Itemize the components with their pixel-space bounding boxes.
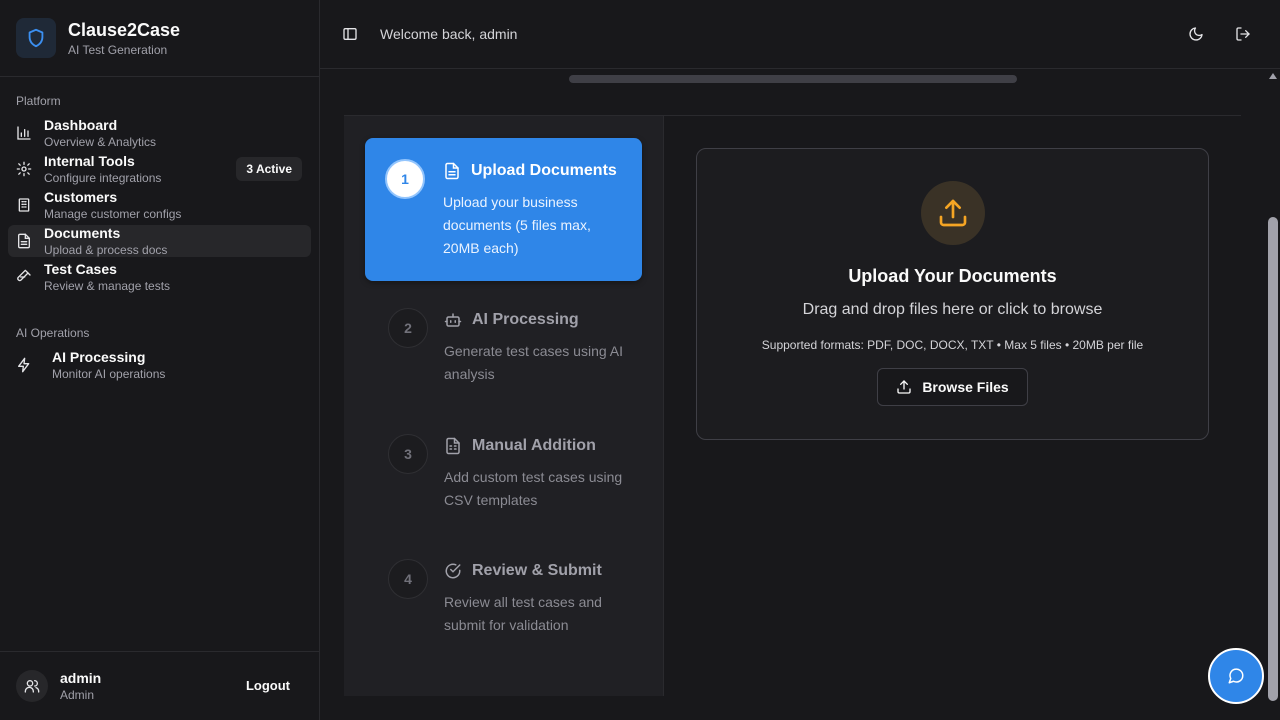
message-circle-icon <box>1228 668 1244 684</box>
chart-icon <box>17 126 31 140</box>
sidebar-item-subtitle: Review & manage tests <box>44 279 171 293</box>
avatar[interactable] <box>16 670 48 702</box>
browse-files-button[interactable]: Browse Files <box>877 368 1028 406</box>
sidebar-item-dashboard[interactable]: Dashboard Overview & Analytics <box>8 117 311 149</box>
top-header: Welcome back, admin <box>320 0 1280 69</box>
robot-icon <box>444 313 462 327</box>
brand: Clause2Case AI Test Generation <box>0 0 319 77</box>
chat-button[interactable] <box>1208 648 1264 704</box>
status-badge: 3 Active <box>236 157 302 181</box>
step-ai-processing[interactable]: 2 AI Processing Generate test cases usin… <box>365 306 642 396</box>
sidebar-item-title: Dashboard <box>44 117 118 133</box>
sidebar-item-title: Test Cases <box>44 261 117 277</box>
document-icon <box>445 162 459 180</box>
step-upload-documents[interactable]: 1 Upload Documents Upload your business … <box>365 138 642 281</box>
scroll-down-arrow[interactable] <box>1269 693 1277 699</box>
sidebar-item-ai-processing[interactable]: AI Processing Monitor AI operations <box>8 349 311 381</box>
step-description: Add custom test cases using CSV template… <box>444 469 623 508</box>
user-panel: admin Admin Logout <box>0 651 319 720</box>
building-icon <box>18 198 30 212</box>
upload-icon <box>897 380 911 394</box>
step-description: Generate test cases using AI analysis <box>444 343 623 382</box>
document-icon <box>18 233 30 249</box>
brand-title: Clause2Case <box>68 19 181 40</box>
step-number: 4 <box>388 559 428 599</box>
welcome-message: Welcome back, admin <box>380 26 518 42</box>
step-review-submit[interactable]: 4 Review & Submit Review all test cases … <box>365 557 642 647</box>
sidebar-item-subtitle: Monitor AI operations <box>52 367 166 381</box>
sidebar-item-title: Documents <box>44 225 121 241</box>
lightning-icon <box>18 357 30 373</box>
section-label-platform: Platform <box>16 94 61 108</box>
shield-icon <box>16 18 56 58</box>
upload-subtitle: Drag and drop files here or click to bro… <box>802 301 1103 318</box>
user-name: admin <box>60 670 102 686</box>
sidebar-item-subtitle: Upload & process docs <box>44 243 168 257</box>
step-title: Manual Addition <box>472 437 596 454</box>
step-title: Review & Submit <box>472 562 602 579</box>
upload-dropzone[interactable]: Upload Your Documents Drag and drop file… <box>696 148 1209 440</box>
sidebar-item-test-cases[interactable]: Test Cases Review & manage tests <box>8 261 311 293</box>
step-number: 2 <box>388 308 428 348</box>
sidebar: Clause2Case AI Test Generation Platform … <box>0 0 320 720</box>
scroll-up-arrow[interactable] <box>1269 73 1277 79</box>
moon-icon[interactable] <box>1188 26 1204 42</box>
gear-icon <box>16 161 32 177</box>
browse-files-label: Browse Files <box>922 379 1009 395</box>
upload-icon <box>921 181 985 245</box>
user-role: Admin <box>60 688 95 702</box>
sidebar-toggle-icon[interactable] <box>342 26 358 42</box>
test-tube-icon <box>17 269 31 282</box>
progress-bar <box>569 75 1017 83</box>
spreadsheet-icon <box>446 437 460 455</box>
step-number: 1 <box>385 159 425 199</box>
sidebar-item-subtitle: Configure integrations <box>44 171 162 185</box>
step-title: Upload Documents <box>471 162 617 179</box>
check-circle-icon <box>445 563 461 579</box>
sidebar-item-internal-tools[interactable]: Internal Tools Configure integrations 3 … <box>8 153 311 185</box>
sidebar-item-documents[interactable]: Documents Upload & process docs <box>8 225 311 257</box>
sidebar-item-subtitle: Overview & Analytics <box>44 135 157 149</box>
upload-title: Upload Your Documents <box>848 266 1057 286</box>
section-label-ai-operations: AI Operations <box>16 326 90 340</box>
scroll-thumb[interactable] <box>1268 217 1278 701</box>
users-icon <box>24 680 40 693</box>
sidebar-item-subtitle: Manage customer configs <box>44 207 182 221</box>
step-description: Review all test cases and submit for val… <box>444 594 602 633</box>
step-number: 3 <box>388 434 428 474</box>
step-description: Upload your business documents (5 files … <box>443 194 591 256</box>
sidebar-item-customers[interactable]: Customers Manage customer configs <box>8 189 311 221</box>
brand-subtitle: AI Test Generation <box>68 42 168 57</box>
supported-formats: Supported formats: PDF, DOC, DOCX, TXT •… <box>761 338 1144 352</box>
page-scrollbar[interactable] <box>1266 69 1280 720</box>
sidebar-item-title: Internal Tools <box>44 153 135 169</box>
step-title: AI Processing <box>472 311 579 328</box>
sidebar-item-title: Customers <box>44 189 118 205</box>
sidebar-item-title: AI Processing <box>52 349 146 365</box>
steps-panel: 1 Upload Documents Upload your business … <box>344 116 664 696</box>
step-manual-addition[interactable]: 3 Manual Addition Add custom test cases … <box>365 432 642 522</box>
logout-icon[interactable] <box>1235 26 1251 42</box>
logout-button[interactable]: Logout <box>246 678 290 693</box>
